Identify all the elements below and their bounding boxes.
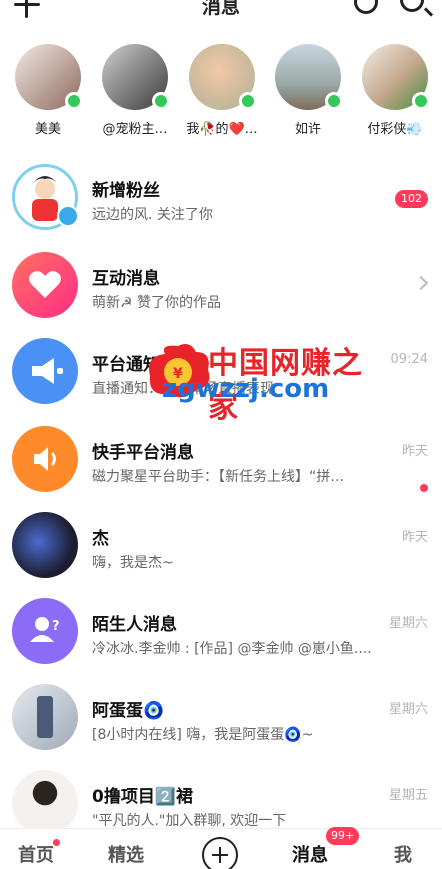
tab-me-label: 我 xyxy=(394,845,412,866)
create-button[interactable] xyxy=(202,837,238,869)
message-title: 快手平台消息 xyxy=(92,443,194,463)
new-followers-avatar xyxy=(12,164,79,230)
tab-home[interactable]: 首页 xyxy=(18,839,60,867)
online-dot-icon xyxy=(412,92,430,110)
online-dot-icon xyxy=(325,92,343,110)
tab-home-label: 首页 xyxy=(18,845,54,866)
message-title: 互动消息 xyxy=(92,269,160,289)
message-time: 星期六 xyxy=(388,702,428,717)
message-preview: 磁力聚星平台助手：【新任务上线】“拼… xyxy=(92,469,345,485)
user-badge-icon xyxy=(57,205,79,227)
online-dot-icon xyxy=(152,92,170,110)
message-title: 杰 xyxy=(92,529,109,549)
message-time: 昨天 xyxy=(401,530,428,545)
kuaishou-platform-avatar xyxy=(12,426,78,492)
avatar xyxy=(362,44,430,110)
new-dot-icon xyxy=(53,839,60,846)
avatar xyxy=(275,44,343,110)
message-time: 09:24 xyxy=(390,352,428,367)
unread-count-badge: 102 xyxy=(395,190,428,208)
top-bar: 消息 xyxy=(0,0,442,26)
list-item-interactions[interactable]: 互动消息 萌新☭ 赞了你的作品 xyxy=(0,244,442,332)
bottom-nav: 首页 精选 消息 99+ 我 xyxy=(0,827,442,869)
message-preview: 远边的风. 关注了你 xyxy=(92,207,213,223)
message-title: 陌生人消息 xyxy=(92,615,177,635)
unknown-user-icon: ? xyxy=(30,617,60,642)
message-preview: 直播通知：你的本场直播表现 xyxy=(92,381,274,397)
tab-featured[interactable]: 精选 xyxy=(108,841,144,867)
speaker-icon xyxy=(34,447,56,471)
tab-featured-label: 精选 xyxy=(108,845,144,866)
message-preview: "平凡的人."加入群聊, 欢迎一下 xyxy=(92,813,287,829)
message-title: 0撸项目2️⃣裙 xyxy=(92,787,193,807)
avatar xyxy=(12,684,78,750)
message-time: 星期五 xyxy=(388,788,428,803)
message-time: 昨天 xyxy=(401,444,428,459)
story-name: @宠粉主… xyxy=(102,122,168,137)
tab-messages[interactable]: 消息 xyxy=(292,841,328,867)
online-dot-icon xyxy=(239,92,257,110)
online-friends-row: 美美 @宠粉主… 我🥀的❤️… 如许 付彩侠💨 xyxy=(0,44,442,140)
message-time: 星期六 xyxy=(388,616,428,631)
avatar xyxy=(102,44,170,110)
svg-text:?: ? xyxy=(52,619,60,634)
interactions-avatar xyxy=(12,252,78,318)
list-item-kuaishou-platform[interactable]: 快手平台消息 磁力聚星平台助手：【新任务上线】“拼… 昨天 xyxy=(0,418,442,506)
unread-dot-icon xyxy=(420,484,428,492)
story-item[interactable]: 付彩侠💨 xyxy=(355,44,435,137)
list-item-chat-jie[interactable]: 杰 嗨，我是杰~ 昨天 xyxy=(0,504,442,592)
tab-me[interactable]: 我 xyxy=(394,841,412,867)
story-item[interactable]: 美美 xyxy=(8,44,88,137)
story-name: 我🥀的❤️… xyxy=(186,122,258,137)
list-item-new-followers[interactable]: 新增粉丝 远边的风. 关注了你 102 xyxy=(0,156,442,244)
story-name: 如许 xyxy=(294,122,321,137)
message-preview: [8小时内在线] 嗨，我是阿蛋蛋🧿~ xyxy=(92,727,314,743)
story-item[interactable]: 如许 xyxy=(268,44,348,137)
heart-icon xyxy=(29,271,61,298)
avatar xyxy=(12,770,78,836)
avatar xyxy=(189,44,257,110)
message-title: 新增粉丝 xyxy=(92,181,160,201)
list-item-stranger-messages[interactable]: ? 陌生人消息 冷冰冰.李金帅 : [作品] @李金帅 @崽小鱼.... 星期六 xyxy=(0,590,442,678)
chevron-right-icon xyxy=(413,275,429,291)
message-preview: 嗨，我是杰~ xyxy=(92,555,174,571)
story-item[interactable]: 我🥀的❤️… xyxy=(182,44,262,137)
tab-messages-label: 消息 xyxy=(292,845,328,866)
online-dot-icon xyxy=(65,92,83,110)
story-name: 美美 xyxy=(34,122,61,137)
megaphone-icon xyxy=(32,358,63,384)
story-item[interactable]: @宠粉主… xyxy=(95,44,175,137)
message-preview: 冷冰冰.李金帅 : [作品] @李金帅 @崽小鱼.... xyxy=(92,641,372,657)
messages-badge: 99+ xyxy=(326,827,360,845)
story-name: 付彩侠💨 xyxy=(367,122,423,137)
phone-photo-icon xyxy=(37,696,53,738)
list-item-chat-adandan[interactable]: 阿蛋蛋🧿 [8小时内在线] 嗨，我是阿蛋蛋🧿~ 星期六 xyxy=(0,676,442,764)
message-title: 平台通知 xyxy=(92,355,160,375)
platform-notice-avatar xyxy=(12,338,78,404)
message-preview: 萌新☭ 赞了你的作品 xyxy=(92,295,222,311)
message-title: 阿蛋蛋🧿 xyxy=(92,701,165,721)
stranger-avatar: ? xyxy=(12,598,78,664)
list-item-platform-notice[interactable]: 平台通知 直播通知：你的本场直播表现 09:24 xyxy=(0,330,442,418)
avatar xyxy=(12,512,78,578)
avatar xyxy=(15,44,83,110)
